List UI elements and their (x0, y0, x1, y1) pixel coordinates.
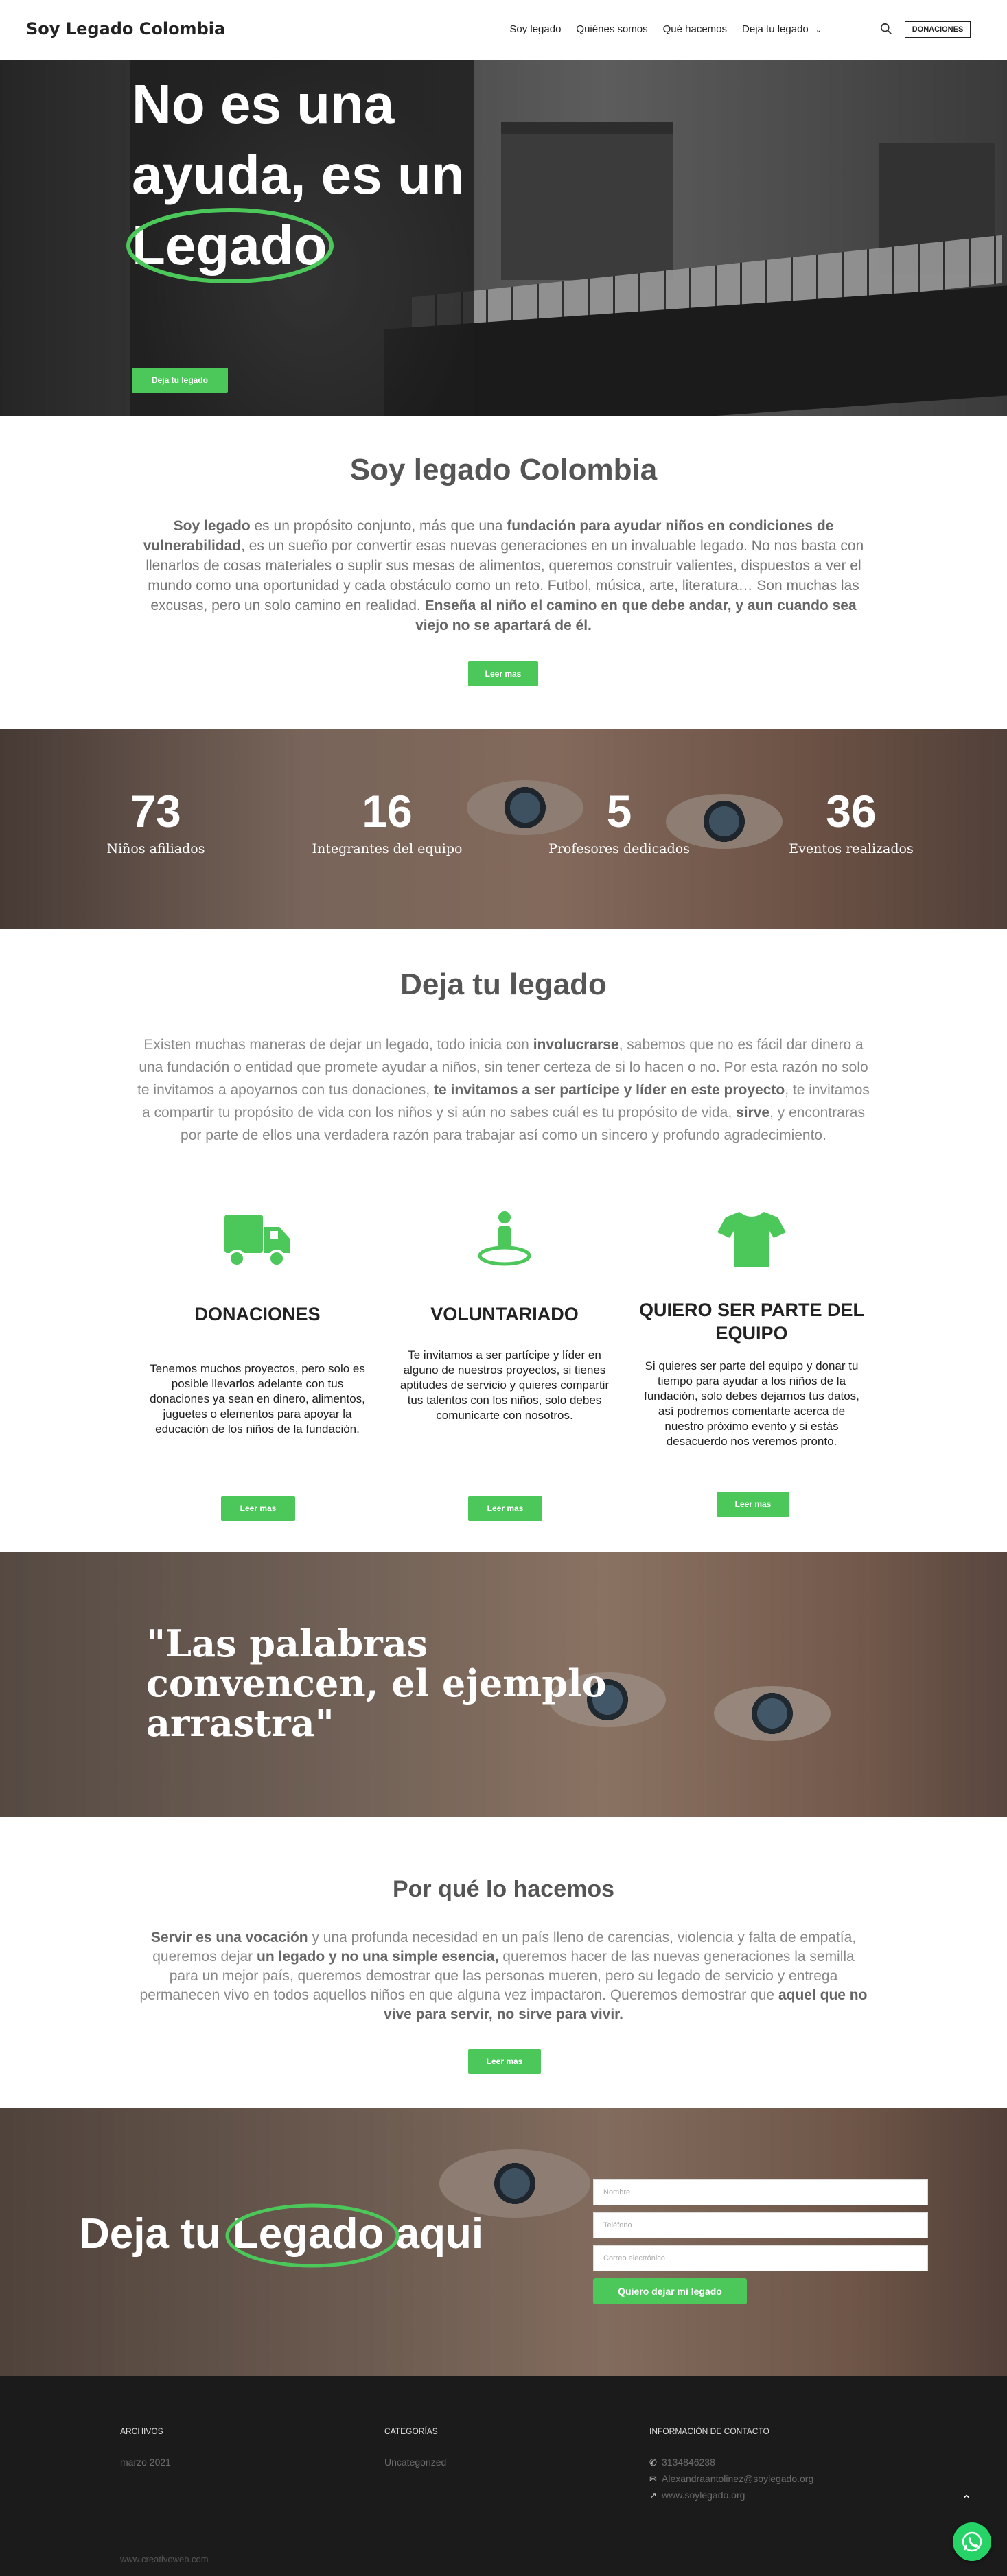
donaciones-read-more-button[interactable]: Leer mas (221, 1496, 295, 1521)
cta-band: Deja tu Legado aqui (0, 2108, 1007, 2376)
envelope-icon: ✉ (649, 2474, 657, 2484)
footer-archive-link[interactable]: marzo 2021 (120, 2457, 171, 2468)
name-field[interactable]: Nombre (593, 2179, 928, 2205)
phone-icon: ✆ (649, 2457, 657, 2468)
quote-text: "Las palabras convencen, el ejemplo arra… (146, 1621, 607, 1745)
card-title: QUIERO SER PARTE DEL EQUIPO (638, 1300, 865, 1344)
card-voluntariado: VOLUNTARIADO Te invitamos a ser partícip… (391, 1210, 618, 1423)
footer-categories-title: CATEGORÍAS (384, 2426, 438, 2436)
card-title: VOLUNTARIADO (430, 1304, 579, 1324)
stat-eventos: 36 Eventos realizados (789, 786, 914, 856)
cta-legado-word: Legado (225, 2203, 400, 2268)
stat-profesores: 5 Profesores dedicados (548, 786, 690, 856)
site-header: Soy Legado Colombia Soy legado Quiénes s… (0, 0, 1007, 60)
tshirt-icon (717, 1212, 786, 1267)
footer-email[interactable]: ✉ Alexandraantolinez@soylegado.org (649, 2473, 813, 2485)
porque-title: Por qué lo hacemos (392, 1876, 615, 1902)
site-footer (0, 2376, 1007, 2576)
hero-heading: No es una ayuda, es un Legado (126, 69, 516, 283)
circle-highlight-icon (126, 208, 334, 283)
footer-website[interactable]: ↗ www.soylegado.org (649, 2490, 745, 2501)
deja-title: Deja tu legado (400, 968, 607, 1001)
whatsapp-button[interactable] (953, 2522, 991, 2561)
nav-soy-legado[interactable]: Soy legado (509, 23, 561, 35)
porque-paragraph: Servir es una vocación y una profunda ne… (139, 1930, 868, 2022)
circle-highlight-icon (225, 2203, 400, 2268)
footer-category-link[interactable]: Uncategorized (384, 2457, 446, 2468)
equipo-read-more-button[interactable]: Leer mas (717, 1492, 789, 1517)
card-text: Tenemos muchos proyectos, pero solo es p… (150, 1362, 365, 1436)
donations-button[interactable]: DONACIONES (905, 21, 971, 38)
hero-legado-word: Legado (126, 208, 334, 283)
stat-ninos: 73 Niños afiliados (106, 786, 205, 856)
hero-cta-button[interactable]: Deja tu legado (132, 368, 228, 393)
quote-band: "Las palabras convencen, el ejemplo arra… (0, 1552, 1007, 1817)
main-nav: Soy legado Quiénes somos Qué hacemos Dej… (509, 23, 822, 35)
submit-legado-button[interactable]: Quiero dejar mi legado (593, 2278, 747, 2304)
stats-band: 73 Niños afiliados 16 Integrantes del equi… (0, 729, 1007, 929)
person-icon (478, 1211, 531, 1266)
email-field[interactable]: Correo electrónico (593, 2245, 928, 2271)
footer-archives-title: ARCHIVOS (120, 2426, 163, 2436)
about-paragraph: Soy legado es un propósito conjunto, más… (143, 518, 864, 633)
card-title: DONACIONES (194, 1304, 321, 1324)
porque-read-more-button[interactable]: Leer mas (468, 2049, 541, 2074)
card-quiero-ser-parte: QUIERO SER PARTE DEL EQUIPO Si quieres s… (638, 1210, 865, 1449)
about-title: Soy legado Colombia (349, 453, 658, 487)
voluntariado-read-more-button[interactable]: Leer mas (468, 1496, 542, 1521)
cta-heading: Deja tu Legado aqui (79, 2203, 483, 2268)
card-text: Te invitamos a ser partícipe y líder en … (400, 1348, 610, 1422)
footer-contact-title: INFORMACIÓN DE CONTACTO (649, 2426, 769, 2436)
site-logo[interactable]: Soy Legado Colombia (26, 19, 225, 38)
nav-quienes-somos[interactable]: Quiénes somos (576, 23, 647, 35)
about-read-more-button[interactable]: Leer mas (468, 661, 538, 686)
card-donaciones: DONACIONES Tenemos muchos proyectos, per… (144, 1210, 371, 1437)
footer-phone[interactable]: ✆ 3134846238 (649, 2457, 715, 2468)
nav-que-hacemos[interactable]: Qué hacemos (663, 23, 727, 35)
whatsapp-icon (962, 2531, 982, 2552)
deja-paragraph: Existen muchas maneras de dejar un legad… (137, 1037, 870, 1143)
footer-credit[interactable]: www.creativoweb.com (120, 2554, 209, 2564)
nav-deja-tu-legado[interactable]: Deja tu legado ⌄ (742, 23, 822, 35)
phone-field[interactable]: Teléfono (593, 2212, 928, 2238)
stat-integrantes: 16 Integrantes del equipo (312, 786, 463, 856)
scroll-top-icon[interactable]: ⌃ (956, 2490, 977, 2510)
external-link-icon: ↗ (649, 2490, 657, 2501)
card-text: Si quieres ser parte del equipo y donar … (644, 1359, 859, 1448)
search-icon[interactable] (880, 23, 892, 35)
chevron-down-icon: ⌄ (815, 26, 822, 34)
truck-icon (224, 1215, 290, 1267)
